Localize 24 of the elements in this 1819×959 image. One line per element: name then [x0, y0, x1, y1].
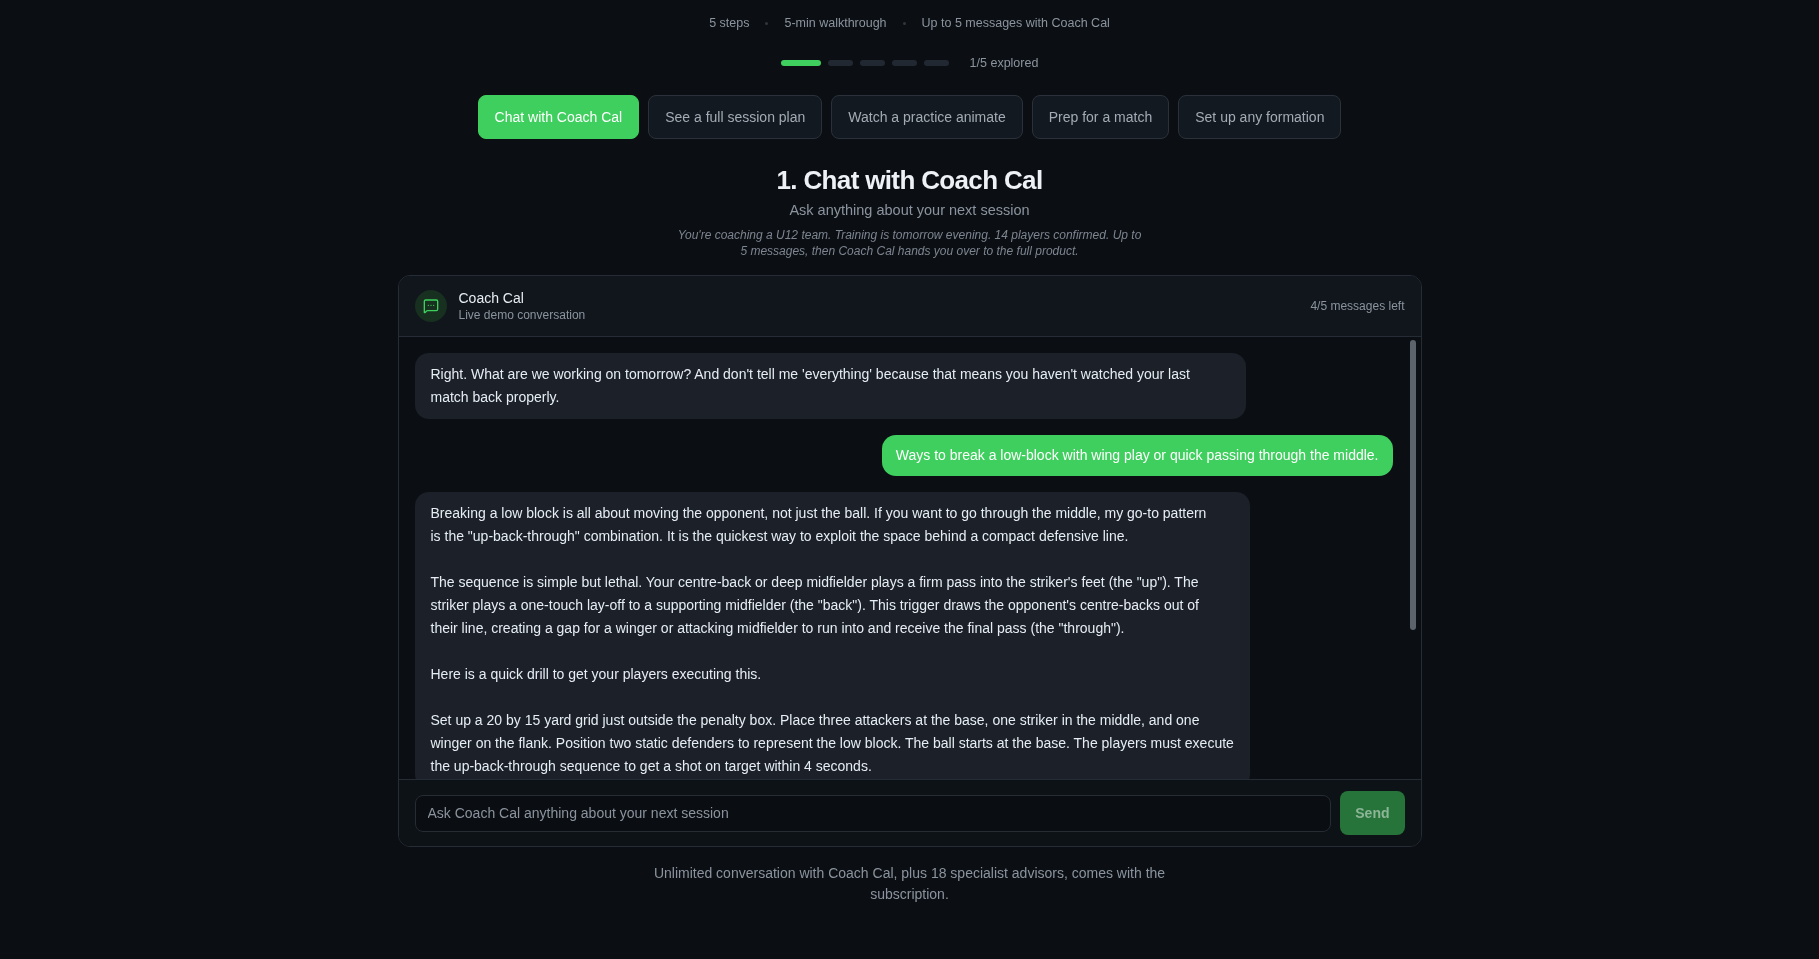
tab[interactable]: Watch a practice animate: [831, 95, 1023, 139]
chat-icon: [414, 290, 447, 322]
message-input[interactable]: Ask Coach Cal anything about your next session: [414, 794, 1332, 832]
tab[interactable]: See a full session plan: [648, 95, 823, 139]
messages-left: 4/5 messages left: [1310, 298, 1405, 314]
coach-name: Coach Cal: [458, 289, 525, 307]
message-text: Here is a quick drill to get your players executing this.: [430, 665, 763, 684]
meta-text: 5-min walkthrough: [784, 15, 887, 31]
section-subtitle: Ask anything about your next session: [789, 201, 1030, 220]
tab[interactable]: Set up any formation: [1178, 95, 1342, 139]
conversation-status: Live demo conversation: [458, 307, 586, 323]
scenario-text: You're coaching a U12 team. Training is tomorrow evening. 14 players confirmed. Up to 5 messages, then Coach Cal hands you over to the full product.: [676, 227, 1143, 259]
message-text: The sequence is simple but lethal. Your centre-back or deep midfielder plays a firm pass into the striker's feet (the "up"). The striker plays a one-touch lay-off to a supporting midfielder (the "back"). This trigger draws the opponent's centre-backs out of their line, creating a gap for a winger or attacking midfielder to run into and receive the final pass (the "through").: [430, 573, 1200, 638]
section-title: 1. Chat with Coach Cal: [776, 164, 1043, 196]
message-text: Set up a 20 by 15 yard grid just outside the penalty box. Place three attackers at the base, one striker in the middle, and one winger on the flank. Position two static defenders to represent the low block. The ball starts at the base. The players must execute the up-back-through sequence to get a shot on target within 4 seconds.: [430, 711, 1234, 776]
meta-text: 5 steps: [709, 15, 750, 31]
tab[interactable]: Prep for a match: [1031, 95, 1170, 139]
meta-text: Up to 5 messages with Coach Cal: [921, 15, 1110, 31]
message-text: Ways to break a low-block with wing play or quick passing through the middle.: [895, 446, 1379, 465]
message-text: Right. What are we working on tomorrow? And don't tell me 'everything' because that means you haven't watched your last match back properly.: [430, 365, 1191, 407]
message-text: Breaking a low block is all about moving the opponent, not just the ball. If you want to go through the middle, my go-to pattern is the "up-back-through" combination. It is the quickest way to exploit the space behind a compact defensive line.: [430, 504, 1208, 546]
footer-note: Unlimited conversation with Coach Cal, plus 18 specialist advisors, comes with the subscription.: [652, 864, 1167, 904]
progress-label: 1/5 explored: [969, 55, 1039, 71]
scrollbar[interactable]: [1409, 340, 1416, 630]
